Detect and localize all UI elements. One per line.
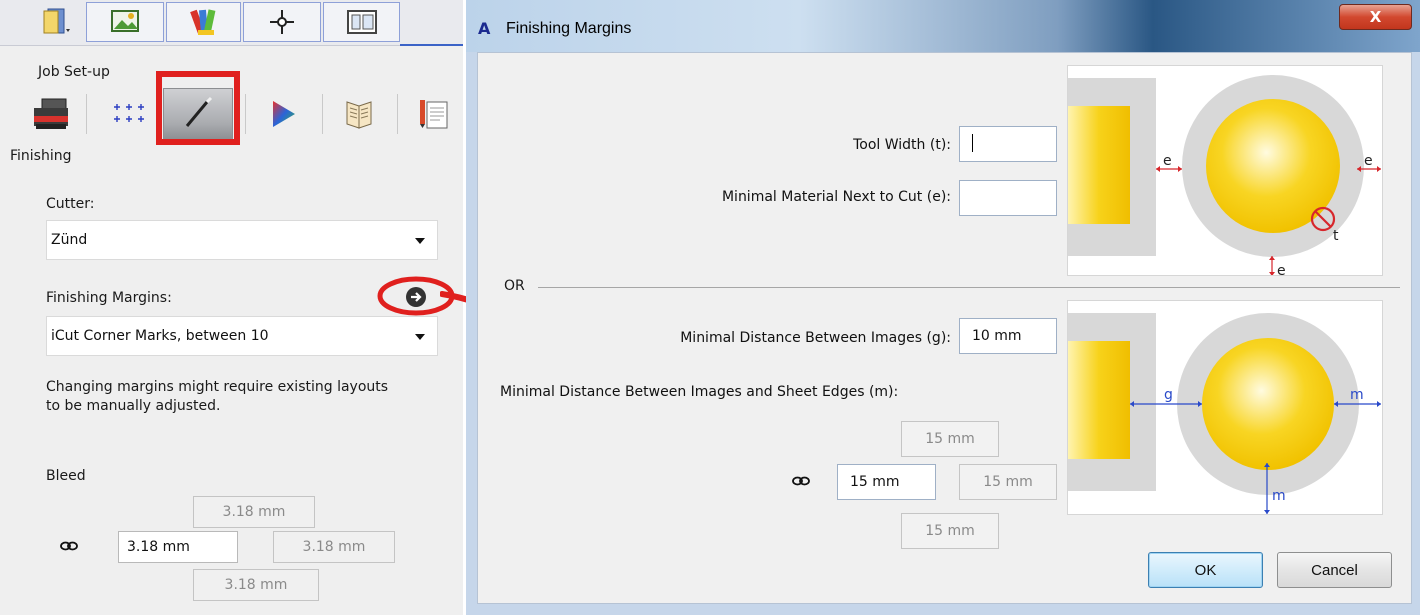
diagram-label-t: t	[1333, 228, 1339, 244]
sheet-edges-label: Minimal Distance Between Images and Shee…	[500, 384, 899, 400]
sheet-edge-bottom-field[interactable]: 15 mm	[901, 513, 999, 549]
link-icon[interactable]	[792, 476, 810, 486]
ok-button[interactable]: OK	[1148, 552, 1263, 588]
finishing-margins-select-value: iCut Corner Marks, between 10	[51, 328, 269, 344]
tab-separator	[397, 94, 398, 134]
min-distance-label: Minimal Distance Between Images (g):	[680, 330, 951, 346]
diagram-label-m-bottom: m	[1272, 488, 1286, 504]
bleed-top-field[interactable]: 3.18 mm	[193, 496, 315, 528]
chevron-down-icon	[415, 334, 425, 340]
diagram-label-e-left: e	[1163, 153, 1172, 169]
dialog-title: Finishing Margins	[506, 20, 632, 37]
document-icon[interactable]	[408, 88, 458, 140]
finishing-tab-highlight	[156, 71, 240, 145]
toolbar-divider	[400, 44, 463, 46]
cutter-select-value: Zünd	[51, 232, 88, 248]
target-icon[interactable]	[243, 2, 321, 42]
tab-separator	[86, 94, 87, 134]
or-label: OR	[504, 278, 525, 294]
open-finishing-margins-button[interactable]	[405, 286, 427, 308]
section-heading-finishing: Finishing	[10, 148, 72, 164]
chevron-down-icon	[415, 238, 425, 244]
sheet-edge-left-field[interactable]: 15 mm	[837, 464, 936, 500]
swatches-icon[interactable]	[166, 2, 241, 42]
min-material-input[interactable]	[959, 180, 1057, 216]
dialog-titlebar[interactable]: A Finishing Margins X	[466, 0, 1420, 52]
diagram-label-e-right: e	[1364, 153, 1373, 169]
cancel-button[interactable]: Cancel	[1277, 552, 1392, 588]
diagram-label-e-bottom: e	[1277, 263, 1286, 276]
bleed-bottom-field[interactable]: 3.18 mm	[193, 569, 319, 601]
image-icon[interactable]	[86, 2, 164, 42]
dialog-body: Tool Width (t): Minimal Material Next to…	[477, 52, 1412, 604]
app-icon: A	[478, 19, 491, 36]
finishing-margins-select[interactable]: iCut Corner Marks, between 10	[46, 316, 438, 356]
top-toolbar	[0, 0, 463, 46]
link-icon[interactable]	[60, 541, 78, 551]
sheet-margin-diagram: g m m	[1067, 300, 1383, 515]
tab-separator	[322, 94, 323, 134]
finishing-margins-label: Finishing Margins:	[46, 290, 172, 306]
grid-icon[interactable]	[100, 88, 156, 140]
job-setup-panel: Job Set-up Finishing Cutter: Zünd Finish…	[0, 0, 523, 615]
bleed-left-field[interactable]: 3.18 mm	[118, 531, 238, 563]
printer-icon[interactable]	[26, 88, 74, 140]
min-material-label: Minimal Material Next to Cut (e):	[721, 189, 951, 205]
tool-width-input[interactable]	[959, 126, 1057, 162]
app-icon-letter: A	[478, 19, 491, 36]
min-distance-input[interactable]: 10 mm	[959, 318, 1057, 354]
diagram-label-m-right: m	[1350, 387, 1364, 403]
close-icon: X	[1369, 8, 1382, 26]
tool-margin-diagram: e e e t	[1067, 65, 1383, 276]
close-button[interactable]: X	[1339, 4, 1412, 30]
cutter-label: Cutter:	[46, 196, 95, 212]
tool-width-label: Tool Width (t):	[853, 137, 951, 153]
tab-separator	[245, 94, 246, 134]
diagram-label-g: g	[1164, 387, 1173, 403]
book-icon[interactable]	[24, 0, 84, 44]
booklet-icon[interactable]	[334, 88, 384, 140]
finishing-margins-dialog: A Finishing Margins X Tool Width (t): Mi…	[466, 0, 1420, 615]
section-divider	[538, 287, 1400, 288]
color-triangle-icon[interactable]	[258, 88, 306, 140]
sheet-edge-top-field[interactable]: 15 mm	[901, 421, 999, 457]
text-caret	[972, 133, 973, 152]
cutter-select[interactable]: Zünd	[46, 220, 438, 260]
margins-note: Changing margins might require existing …	[46, 379, 389, 414]
section-heading-job-setup: Job Set-up	[38, 64, 110, 80]
bleed-label: Bleed	[46, 468, 86, 484]
bleed-right-field[interactable]: 3.18 mm	[273, 531, 395, 563]
sheet-edge-right-field[interactable]: 15 mm	[959, 464, 1057, 500]
layout-icon[interactable]	[323, 2, 400, 42]
